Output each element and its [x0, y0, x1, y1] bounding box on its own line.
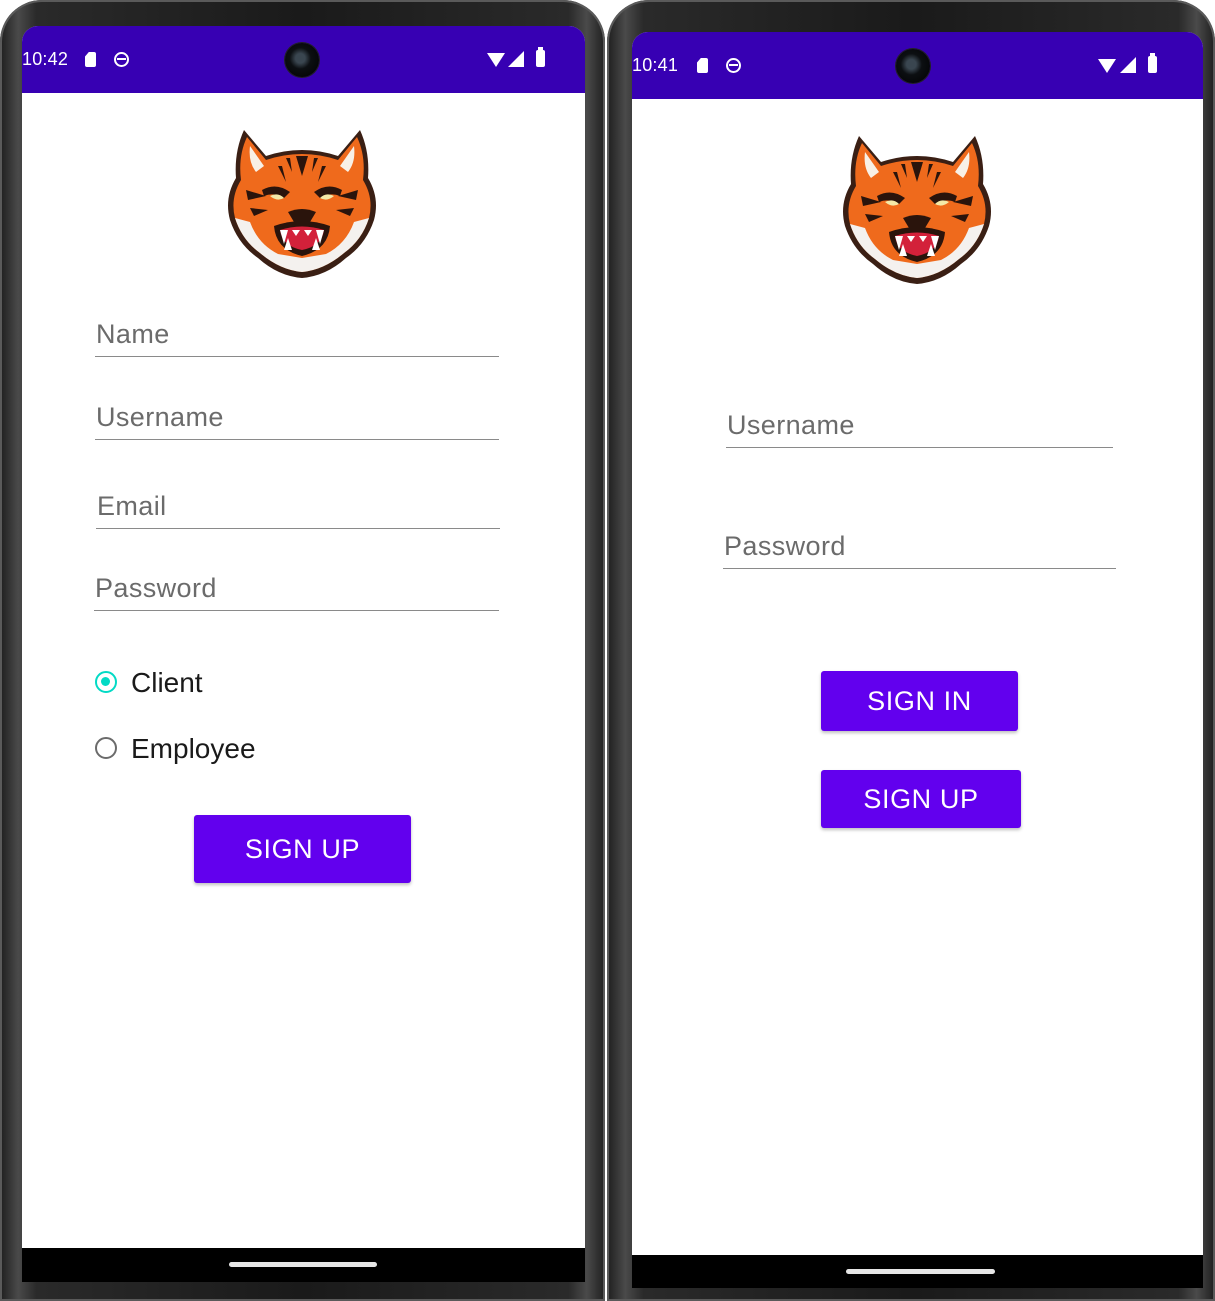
phone-frame-signup: 10:42 Name Username Email Password Clien…	[0, 0, 605, 1301]
status-time: 10:41	[632, 55, 679, 75]
radio-checked-icon	[95, 671, 117, 693]
username-placeholder: Username	[96, 402, 224, 432]
password-placeholder: Password	[95, 573, 217, 603]
sync-icon	[726, 58, 741, 73]
battery-icon	[1148, 53, 1157, 73]
sd-card-icon	[85, 52, 96, 67]
name-field[interactable]: Name	[95, 311, 499, 357]
email-field[interactable]: Email	[96, 483, 500, 529]
status-bar: 10:42	[22, 26, 585, 93]
home-handle[interactable]	[846, 1269, 995, 1274]
wifi-icon	[487, 53, 505, 67]
navigation-bar	[632, 1255, 1203, 1288]
signup-screen: 10:42 Name Username Email Password Clien…	[22, 26, 585, 1282]
camera-cutout	[285, 43, 319, 77]
sign-up-button[interactable]: SIGN UP	[821, 770, 1021, 828]
navigation-bar	[22, 1248, 585, 1282]
phone-frame-signin: 10:41 Username Password SIGN IN SIGN UP	[607, 0, 1215, 1301]
battery-icon	[536, 47, 545, 67]
password-field[interactable]: Password	[723, 523, 1116, 569]
camera-cutout	[896, 49, 930, 83]
name-placeholder: Name	[96, 319, 170, 349]
email-placeholder: Email	[97, 491, 167, 521]
password-placeholder: Password	[724, 531, 846, 561]
tiger-head-logo	[841, 132, 993, 284]
status-time: 10:42	[22, 49, 69, 69]
status-bar: 10:41	[632, 32, 1203, 99]
sign-in-label: SIGN IN	[867, 685, 972, 716]
sign-in-button[interactable]: SIGN IN	[821, 671, 1018, 731]
sd-card-icon	[697, 58, 708, 73]
username-field[interactable]: Username	[95, 394, 499, 440]
tiger-head-logo	[226, 126, 378, 278]
radio-employee-label: Employee	[131, 733, 256, 764]
signal-icon	[1120, 57, 1136, 73]
username-field[interactable]: Username	[726, 402, 1113, 448]
radio-client-label: Client	[131, 667, 203, 698]
sign-up-button[interactable]: SIGN UP	[194, 815, 411, 883]
signal-icon	[508, 51, 524, 67]
signin-screen: 10:41 Username Password SIGN IN SIGN UP	[632, 32, 1203, 1288]
username-placeholder: Username	[727, 410, 855, 440]
password-field[interactable]: Password	[94, 565, 499, 611]
wifi-icon	[1098, 59, 1116, 73]
sync-icon	[114, 52, 129, 67]
home-handle[interactable]	[229, 1262, 377, 1267]
sign-up-label: SIGN UP	[863, 783, 979, 814]
sign-up-label: SIGN UP	[244, 833, 361, 864]
radio-unchecked-icon	[95, 737, 117, 759]
